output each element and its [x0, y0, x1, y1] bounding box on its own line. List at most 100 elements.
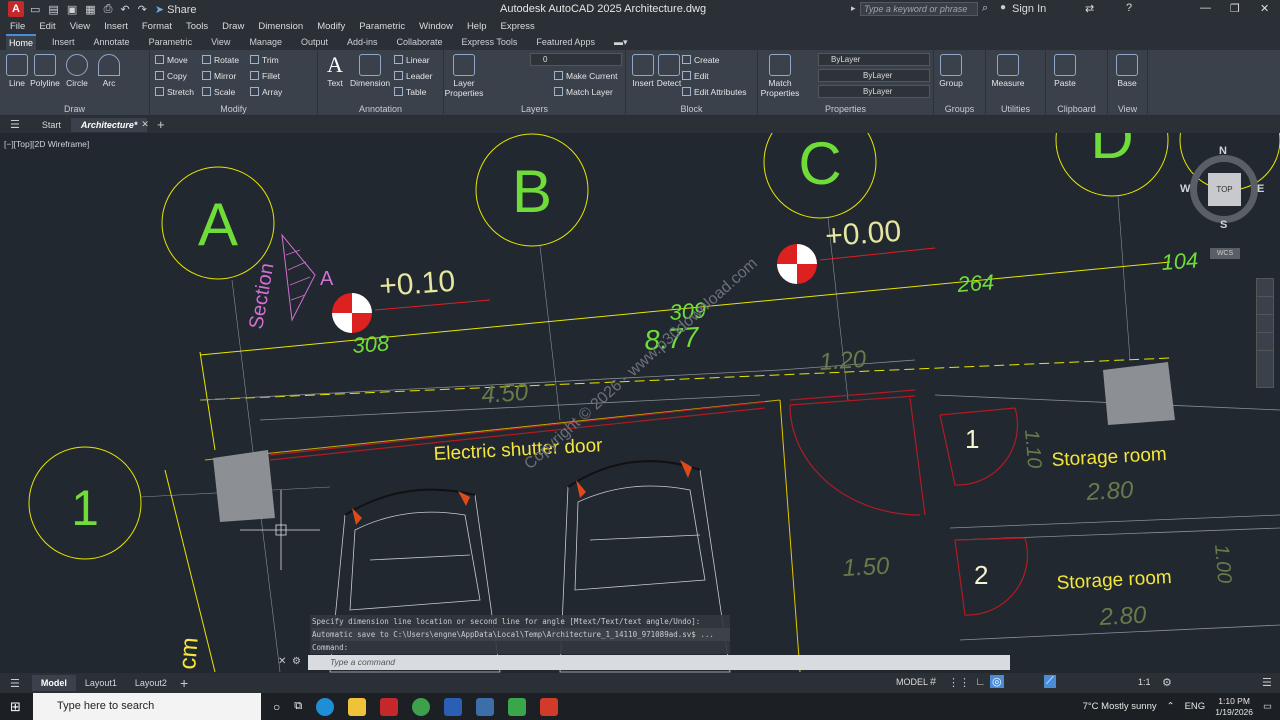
copy-button[interactable]: Copy [155, 69, 187, 83]
hamburger-menu-icon[interactable]: ☰ [10, 118, 20, 131]
taskbar-search-input[interactable]: Type here to search [33, 693, 261, 720]
linetype-dropdown[interactable]: ByLayer [818, 69, 930, 82]
tab-start[interactable]: Start [32, 118, 71, 132]
mirror-button[interactable]: Mirror [202, 69, 236, 83]
tab-home[interactable]: Home [6, 34, 37, 50]
menu-item[interactable]: Express [500, 21, 534, 32]
app-icon-green[interactable] [508, 697, 527, 716]
leader-button[interactable]: Leader [394, 69, 432, 83]
move-button[interactable]: Move [155, 53, 188, 67]
menu-item[interactable]: View [70, 21, 90, 32]
grid-toggle-icon[interactable]: # [930, 676, 936, 688]
redo-icon[interactable]: ↷ [138, 3, 147, 16]
tab-manage[interactable]: Manage [246, 35, 285, 49]
array-button[interactable]: Array [250, 85, 282, 99]
drawing-viewport[interactable]: [−][Top][2D Wireframe] A B C D 1 +0.10 +… [0, 133, 1280, 673]
cart-icon[interactable]: ⇄ [1085, 2, 1094, 15]
word-icon[interactable] [444, 697, 463, 716]
chevron-right-icon[interactable]: ▸ [851, 3, 856, 14]
polar-toggle-icon[interactable]: ◎ [990, 675, 1004, 688]
polyline-button[interactable]: Polyline [28, 50, 62, 88]
group-button[interactable]: Group [934, 50, 968, 88]
tab-express-tools[interactable]: Express Tools [459, 35, 521, 49]
tab-model[interactable]: Model [31, 675, 76, 691]
stretch-button[interactable]: Stretch [155, 85, 194, 99]
maximize-icon[interactable]: ❐ [1230, 2, 1240, 15]
color-dropdown[interactable]: ByLayer [818, 53, 930, 66]
groups-panel-title[interactable]: Groups [934, 104, 985, 114]
utilities-panel-title[interactable]: Utilities [986, 104, 1045, 114]
search-icon[interactable]: ⌕ [982, 2, 988, 15]
compass-n[interactable]: N [1219, 145, 1227, 157]
help-search-input[interactable]: Type a keyword or phrase [860, 2, 978, 16]
paste-button[interactable]: Paste [1048, 50, 1082, 88]
base-button[interactable]: Base [1110, 50, 1144, 88]
new-icon[interactable]: ▭ [30, 3, 40, 16]
make-current-button[interactable]: Make Current [554, 69, 618, 83]
annotation-scale[interactable]: 1:1 [1138, 677, 1151, 687]
edge-icon[interactable] [316, 697, 335, 716]
sign-in-button[interactable]: Sign In [1012, 3, 1046, 15]
notification-icon[interactable]: ▭ [1263, 701, 1272, 712]
pan-icon[interactable] [1257, 279, 1273, 297]
open-icon[interactable]: ▤ [48, 3, 58, 16]
command-close-icon[interactable]: ✕ [278, 656, 286, 667]
linear-button[interactable]: Linear [394, 53, 430, 67]
tab-addins[interactable]: Add-ins [344, 35, 381, 49]
compass-s[interactable]: S [1220, 219, 1227, 231]
match-layer-button[interactable]: Match Layer [554, 85, 613, 99]
ortho-toggle-icon[interactable]: ∟ [975, 676, 986, 688]
menu-item[interactable]: Parametric [359, 21, 405, 32]
user-icon[interactable]: ● [1000, 2, 1006, 13]
menu-item[interactable]: Draw [222, 21, 244, 32]
compass-e[interactable]: E [1257, 183, 1264, 195]
edit-attributes-button[interactable]: Edit Attributes [682, 85, 746, 99]
help-icon[interactable]: ? [1126, 2, 1132, 14]
ribbon-options-icon[interactable]: ▬▾ [611, 35, 631, 50]
detect-button[interactable]: Detect [652, 50, 686, 88]
autocad-logo-icon[interactable]: A [8, 1, 24, 17]
windows-start-icon[interactable]: ⊞ [10, 699, 21, 715]
language-indicator[interactable]: ENG [1185, 701, 1206, 712]
menu-item[interactable]: Modify [317, 21, 345, 32]
chrome-icon[interactable] [412, 697, 431, 716]
hamburger-layout-icon[interactable]: ☰ [10, 677, 20, 690]
menu-item[interactable]: File [10, 21, 25, 32]
layer-dropdown[interactable]: 0 [530, 53, 622, 66]
tab-layout2[interactable]: Layout2 [126, 675, 176, 691]
saveas-icon[interactable]: ▦ [85, 3, 95, 16]
command-customize-icon[interactable]: ⚙ [292, 656, 301, 667]
text-button[interactable]: A Text [318, 50, 352, 88]
properties-panel-title[interactable]: Properties [758, 104, 933, 114]
dimension-button[interactable]: Dimension [350, 50, 390, 88]
tab-insert[interactable]: Insert [49, 35, 78, 49]
showmotion-icon[interactable] [1257, 333, 1273, 351]
edit-block-button[interactable]: Edit [682, 69, 709, 83]
draw-panel-title[interactable]: Draw [0, 104, 149, 114]
table-button[interactable]: Table [394, 85, 426, 99]
save-icon[interactable]: ▣ [67, 3, 77, 16]
weather-widget[interactable]: 7°C Mostly sunny [1083, 701, 1157, 712]
viewcube-top-face[interactable]: TOP [1208, 173, 1241, 206]
menu-item[interactable]: Window [419, 21, 453, 32]
add-layout-icon[interactable]: + [180, 675, 188, 691]
tray-chevron-icon[interactable]: ⌃ [1167, 701, 1175, 712]
trim-button[interactable]: Trim [250, 53, 279, 67]
block-panel-title[interactable]: Block [626, 104, 757, 114]
new-tab-icon[interactable]: + [157, 117, 165, 132]
command-input[interactable]: Type a command [308, 655, 1010, 670]
create-block-button[interactable]: Create [682, 53, 720, 67]
clock[interactable]: 1:10 PM 1/19/2026 [1215, 696, 1253, 718]
circle-button[interactable]: Circle [60, 50, 94, 88]
cortana-icon[interactable]: ○ [273, 700, 280, 714]
tab-parametric[interactable]: Parametric [146, 35, 196, 49]
app-icon-red[interactable] [540, 697, 559, 716]
measure-button[interactable]: Measure [988, 50, 1028, 88]
wcs-menu[interactable]: WCS [1210, 248, 1240, 259]
tab-featured-apps[interactable]: Featured Apps [533, 35, 598, 49]
osnap-toggle-icon[interactable]: ⟋ [1044, 675, 1056, 688]
close-icon[interactable]: ✕ [1260, 2, 1269, 15]
tab-architecture[interactable]: Architecture* [70, 117, 148, 132]
scale-button[interactable]: Scale [202, 85, 235, 99]
autocad-taskbar-icon[interactable] [380, 697, 399, 716]
